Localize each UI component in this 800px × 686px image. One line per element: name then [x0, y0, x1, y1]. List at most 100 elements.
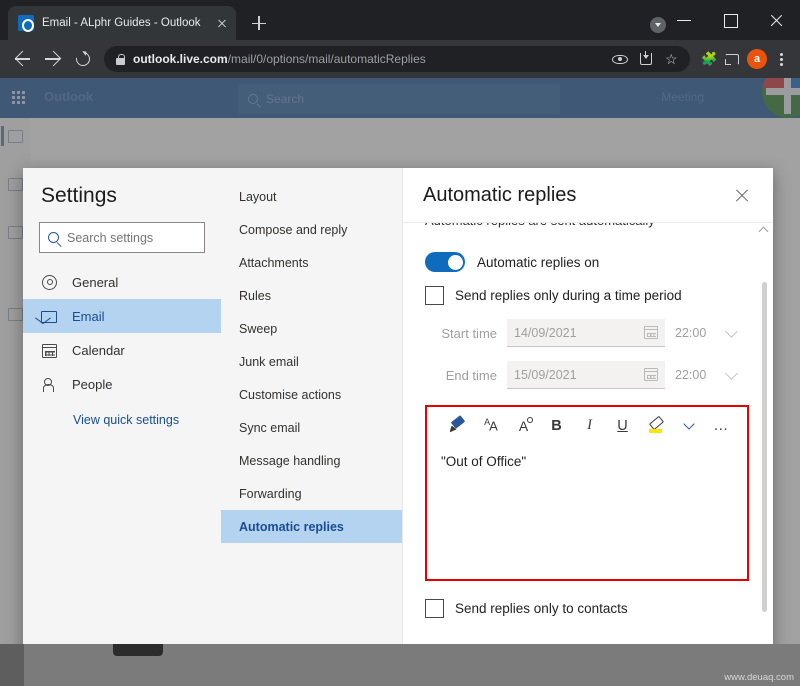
settings-search[interactable]	[39, 222, 205, 253]
url-path: /mail/0/options/mail/automaticReplies	[227, 52, 426, 66]
cast-icon[interactable]	[720, 47, 744, 71]
settings-title: Settings	[41, 184, 117, 207]
chevron-down-icon[interactable]	[672, 410, 705, 441]
calendar-icon	[41, 342, 58, 359]
url-text: outlook.live.com/mail/0/options/mail/aut…	[133, 52, 600, 66]
maximize-icon[interactable]	[708, 0, 754, 40]
calendar-icon[interactable]	[644, 326, 658, 339]
settings-sidebar: Settings General Email Calendar	[23, 168, 221, 644]
automatic-replies-toggle-row: Automatic replies on	[425, 252, 749, 272]
font-size-icon[interactable]: AA	[474, 410, 507, 441]
contacts-only-checkbox[interactable]	[425, 599, 444, 618]
chevron-down-icon[interactable]	[725, 324, 738, 338]
sidebar-item-calendar[interactable]: Calendar	[23, 333, 221, 367]
forward-button[interactable]	[38, 44, 68, 74]
settings-categories: Layout Compose and reply Attachments Rul…	[221, 168, 403, 644]
category-attachments[interactable]: Attachments	[221, 246, 402, 279]
end-time-label: End time	[445, 367, 497, 383]
close-tab-icon[interactable]	[214, 15, 230, 31]
sidebar-label-email: Email	[72, 308, 105, 324]
time-period-label: Send replies only during a time period	[455, 288, 682, 303]
view-quick-settings-link[interactable]: View quick settings	[23, 401, 221, 427]
scroll-up-arrow[interactable]	[758, 226, 769, 237]
mail-icon	[41, 308, 58, 325]
star-icon[interactable]: ☆	[660, 47, 684, 71]
sidebar-item-people[interactable]: People	[23, 367, 221, 401]
end-time-row: End time 15/09/2021 22:00	[425, 361, 749, 389]
start-date-field[interactable]: 14/09/2021	[507, 319, 665, 347]
scrollbar-thumb[interactable]	[761, 282, 767, 612]
format-painter-icon[interactable]	[441, 410, 474, 441]
start-time-row: Start time 14/09/2021 22:00	[425, 319, 749, 347]
more-options-icon[interactable]: …	[705, 410, 738, 441]
people-icon	[41, 376, 58, 393]
search-icon	[48, 232, 59, 243]
reload-button[interactable]	[68, 44, 98, 74]
clear-format-icon[interactable]: A	[507, 410, 540, 441]
category-sync-email[interactable]: Sync email	[221, 411, 402, 444]
browser-toolbar: outlook.live.com/mail/0/options/mail/aut…	[0, 40, 800, 78]
contacts-checkbox-row: Send replies only to contacts	[425, 599, 749, 618]
lock-icon	[116, 53, 125, 65]
sidebar-label-calendar: Calendar	[72, 342, 125, 358]
calendar-icon[interactable]	[644, 368, 658, 381]
eye-icon[interactable]	[608, 47, 632, 71]
bottom-strip: www.deuaq.com	[0, 644, 800, 686]
watermark: www.deuaq.com	[724, 672, 794, 683]
settings-dialog: Settings General Email Calendar	[23, 168, 773, 644]
search-settings-input[interactable]	[67, 230, 196, 245]
bold-icon[interactable]: B	[540, 410, 573, 441]
highlight-icon[interactable]	[639, 410, 672, 441]
category-automatic-replies[interactable]: Automatic replies	[221, 510, 402, 543]
end-date-value: 15/09/2021	[514, 367, 577, 382]
tab-strip: Email - ALphr Guides - Outlook	[0, 0, 800, 40]
toggle-label: Automatic replies on	[477, 254, 600, 270]
underline-icon[interactable]: U	[606, 410, 639, 441]
category-compose-and-reply[interactable]: Compose and reply	[221, 213, 402, 246]
back-button[interactable]	[8, 44, 38, 74]
reply-message-text[interactable]: "Out of Office"	[427, 444, 747, 579]
contacts-only-label: Send replies only to contacts	[455, 601, 628, 616]
omnibox-icons: ☆	[608, 47, 684, 71]
automatic-replies-toggle[interactable]	[425, 252, 465, 272]
minimize-icon[interactable]	[662, 0, 708, 40]
new-tab-button[interactable]	[248, 12, 270, 34]
category-rules[interactable]: Rules	[221, 279, 402, 312]
category-message-handling[interactable]: Message handling	[221, 444, 402, 477]
category-forwarding[interactable]: Forwarding	[221, 477, 402, 510]
sidebar-label-general: General	[72, 274, 119, 290]
end-time-value[interactable]: 22:00	[675, 368, 715, 382]
page-title: Automatic replies	[423, 183, 577, 206]
category-sweep[interactable]: Sweep	[221, 312, 402, 345]
browser-tab[interactable]: Email - ALphr Guides - Outlook	[8, 6, 236, 40]
outlook-favicon	[18, 15, 34, 32]
page-content: Outlook Search Meeting Settings	[0, 78, 800, 644]
avatar[interactable]: a	[747, 49, 767, 69]
category-layout[interactable]: Layout	[221, 180, 402, 213]
extensions-icon[interactable]: 🧩	[696, 47, 720, 71]
browser-menu-icon[interactable]	[770, 47, 792, 71]
start-time-value[interactable]: 22:00	[675, 326, 715, 340]
download-icon[interactable]	[634, 47, 658, 71]
tab-title: Email - ALphr Guides - Outlook	[42, 17, 201, 29]
sidebar-item-email[interactable]: Email	[23, 299, 221, 333]
browser-window: Email - ALphr Guides - Outlook outlook.l…	[0, 0, 800, 686]
close-icon[interactable]	[727, 180, 757, 210]
category-customise-actions[interactable]: Customise actions	[221, 378, 402, 411]
category-junk-email[interactable]: Junk email	[221, 345, 402, 378]
sidebar-label-people: People	[72, 376, 113, 392]
chevron-down-icon[interactable]	[725, 366, 738, 380]
time-period-checkbox[interactable]	[425, 286, 444, 305]
close-window-icon[interactable]	[754, 0, 800, 40]
reply-message-editor: AA A B I U … "Out of Office"	[425, 405, 749, 581]
sidebar-item-general[interactable]: General	[23, 265, 221, 299]
start-date-value: 14/09/2021	[514, 325, 577, 340]
italic-icon[interactable]: I	[573, 410, 606, 441]
gear-icon	[41, 274, 58, 291]
start-time-label: Start time	[441, 325, 497, 341]
taskbar-item	[113, 644, 163, 656]
address-bar[interactable]: outlook.live.com/mail/0/options/mail/aut…	[104, 46, 690, 72]
end-date-field[interactable]: 15/09/2021	[507, 361, 665, 389]
editor-toolbar: AA A B I U …	[427, 407, 747, 444]
panel-scrollbar[interactable]	[757, 226, 770, 644]
